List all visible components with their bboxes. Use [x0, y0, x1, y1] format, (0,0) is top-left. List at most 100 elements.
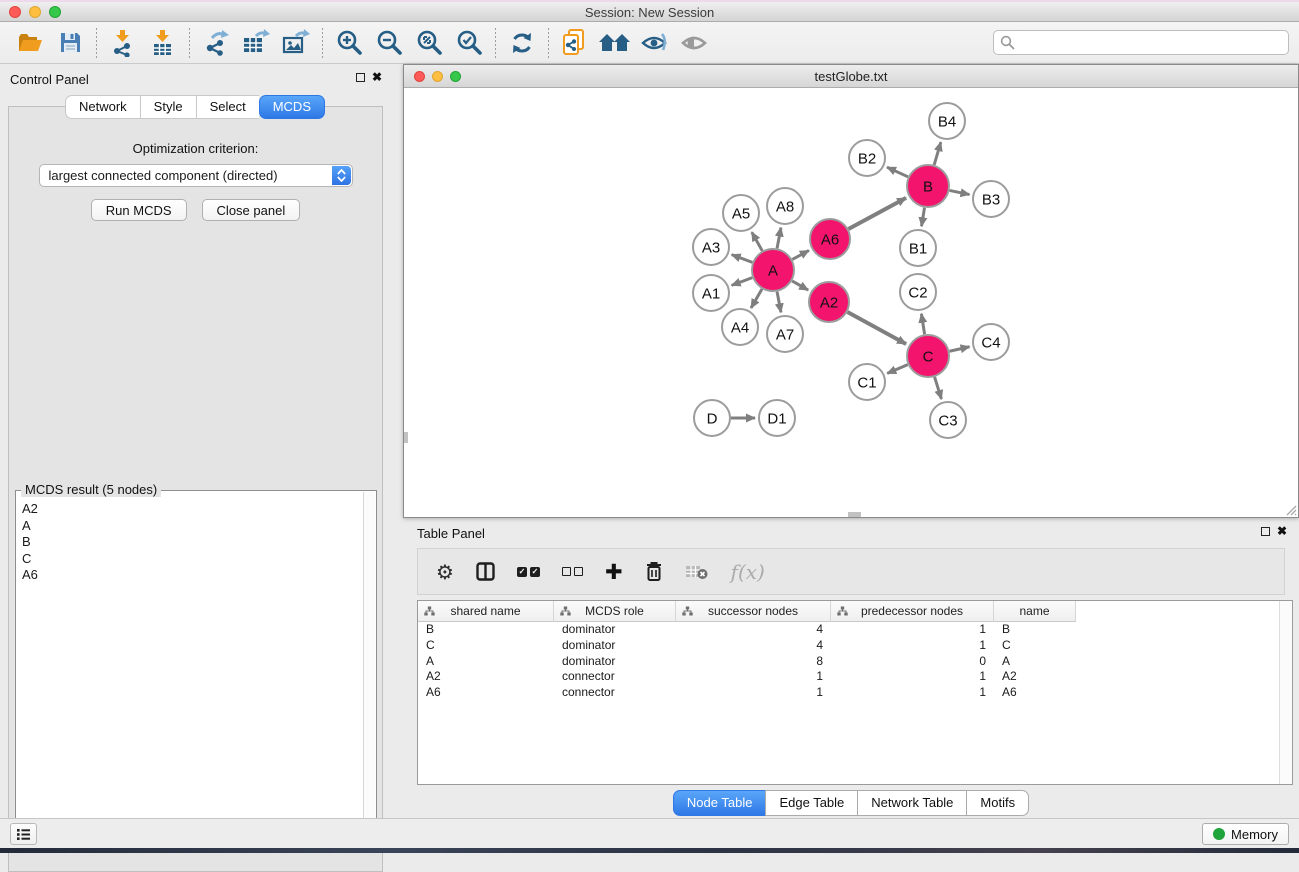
edge-C-C4[interactable] — [949, 347, 969, 351]
tab-network[interactable]: Network — [65, 95, 140, 119]
zoom-selected-icon[interactable] — [449, 25, 489, 61]
table-cell[interactable]: B — [994, 622, 1076, 638]
edge-B-B4[interactable] — [934, 142, 941, 165]
export-image-icon[interactable] — [276, 25, 316, 61]
open-session-icon[interactable] — [10, 25, 50, 61]
edge-A-A8[interactable] — [777, 228, 781, 249]
node-A3[interactable]: A3 — [693, 229, 729, 265]
node-B4[interactable]: B4 — [929, 103, 965, 139]
edge-A-A5[interactable] — [752, 232, 762, 251]
export-network-icon[interactable] — [196, 25, 236, 61]
edge-C-C2[interactable] — [921, 314, 924, 335]
table-cell[interactable]: B — [418, 622, 554, 638]
node-B1[interactable]: B1 — [900, 230, 936, 266]
table-cell[interactable]: 1 — [676, 685, 831, 701]
node-B3[interactable]: B3 — [973, 181, 1009, 217]
table-cell[interactable]: 1 — [676, 669, 831, 685]
node-C2[interactable]: C2 — [900, 274, 936, 310]
node-B[interactable]: B — [907, 165, 949, 207]
deselect-all-icon[interactable] — [562, 567, 583, 576]
network-canvas[interactable]: B4B2BB3A5A8A6A3B1AA1C2A2A4A7C4CC1DD1C3 — [404, 88, 1298, 517]
horizontal-scroll-thumb[interactable] — [848, 512, 861, 517]
tab-mcds[interactable]: MCDS — [259, 95, 325, 119]
table-row[interactable]: Bdominator41B — [418, 622, 1292, 638]
task-history-button[interactable] — [10, 823, 37, 845]
edge-A-A3[interactable] — [732, 255, 753, 263]
table-cell[interactable]: A2 — [418, 669, 554, 685]
node-B2[interactable]: B2 — [849, 140, 885, 176]
tab-select[interactable]: Select — [196, 95, 259, 119]
new-network-from-selection-icon[interactable] — [555, 25, 595, 61]
column-header-name[interactable]: name — [994, 601, 1076, 622]
edge-A6-B[interactable] — [848, 198, 906, 229]
table-row[interactable]: A6connector11A6 — [418, 685, 1292, 701]
table-options-icon[interactable]: ⚙ — [436, 560, 454, 584]
table-cell[interactable]: 8 — [676, 654, 831, 670]
node-C3[interactable]: C3 — [930, 402, 966, 438]
refresh-icon[interactable] — [502, 25, 542, 61]
edge-A-A7[interactable] — [777, 292, 781, 313]
optimization-criterion-select[interactable]: largest connected component (directed) — [39, 164, 353, 187]
table-row[interactable]: Adominator80A — [418, 654, 1292, 670]
table-cell[interactable]: 1 — [831, 669, 994, 685]
table-row[interactable]: A2connector11A2 — [418, 669, 1292, 685]
show-all-icon[interactable] — [675, 25, 715, 61]
run-mcds-button[interactable]: Run MCDS — [91, 199, 187, 221]
float-panel-icon[interactable] — [356, 73, 365, 82]
delete-columns-icon[interactable] — [645, 561, 663, 582]
table-cell[interactable]: 4 — [676, 638, 831, 654]
table-cell[interactable]: 1 — [831, 638, 994, 654]
edge-B-B1[interactable] — [922, 208, 925, 227]
create-column-icon[interactable]: ✚ — [605, 560, 623, 584]
tab-node-table[interactable]: Node Table — [673, 790, 766, 816]
column-header-MCDS-role[interactable]: MCDS role — [554, 601, 676, 622]
table-cell[interactable]: connector — [554, 669, 676, 685]
table-row[interactable]: Cdominator41C — [418, 638, 1292, 654]
node-A6[interactable]: A6 — [810, 219, 850, 259]
edge-A-A4[interactable] — [751, 289, 762, 308]
table-cell[interactable]: dominator — [554, 622, 676, 638]
table-cell[interactable]: connector — [554, 685, 676, 701]
export-table-icon[interactable] — [236, 25, 276, 61]
edge-B-B2[interactable] — [887, 167, 908, 177]
zoom-fit-icon[interactable] — [409, 25, 449, 61]
search-field[interactable] — [993, 30, 1289, 55]
edge-A-A6[interactable] — [792, 250, 809, 259]
close-table-panel-icon[interactable]: ✖ — [1277, 526, 1287, 536]
float-table-panel-icon[interactable] — [1261, 527, 1270, 536]
table-cell[interactable]: 0 — [831, 654, 994, 670]
edge-C-C1[interactable] — [887, 365, 908, 374]
zoom-out-icon[interactable] — [369, 25, 409, 61]
edge-A-A1[interactable] — [732, 278, 753, 286]
import-network-icon[interactable] — [103, 25, 143, 61]
tab-network-table[interactable]: Network Table — [857, 790, 966, 816]
edge-A2-C[interactable] — [847, 312, 906, 344]
table-cell[interactable]: 4 — [676, 622, 831, 638]
save-session-icon[interactable] — [50, 25, 90, 61]
table-scrollbar[interactable] — [1279, 601, 1292, 784]
result-item[interactable]: A2 — [18, 501, 363, 518]
table-cell[interactable]: dominator — [554, 638, 676, 654]
tab-motifs[interactable]: Motifs — [966, 790, 1029, 816]
node-D[interactable]: D — [694, 400, 730, 436]
first-neighbors-icon[interactable] — [595, 25, 635, 61]
table-cell[interactable]: C — [994, 638, 1076, 654]
column-header-shared-name[interactable]: shared name — [418, 601, 554, 622]
column-header-predecessor-nodes[interactable]: predecessor nodes — [831, 601, 994, 622]
table-cell[interactable]: A6 — [994, 685, 1076, 701]
result-item[interactable]: A — [18, 518, 363, 535]
resize-grip-icon[interactable] — [1284, 503, 1297, 516]
edge-C-C3[interactable] — [935, 377, 942, 399]
tab-style[interactable]: Style — [140, 95, 196, 119]
node-C4[interactable]: C4 — [973, 324, 1009, 360]
result-item[interactable]: C — [18, 551, 363, 568]
import-table-icon[interactable] — [143, 25, 183, 61]
node-C1[interactable]: C1 — [849, 364, 885, 400]
node-A1[interactable]: A1 — [693, 275, 729, 311]
node-A8[interactable]: A8 — [767, 188, 803, 224]
search-input[interactable] — [1015, 33, 1288, 53]
node-A4[interactable]: A4 — [722, 309, 758, 345]
node-A5[interactable]: A5 — [723, 195, 759, 231]
table-cell[interactable]: C — [418, 638, 554, 654]
table-cell[interactable]: 1 — [831, 622, 994, 638]
